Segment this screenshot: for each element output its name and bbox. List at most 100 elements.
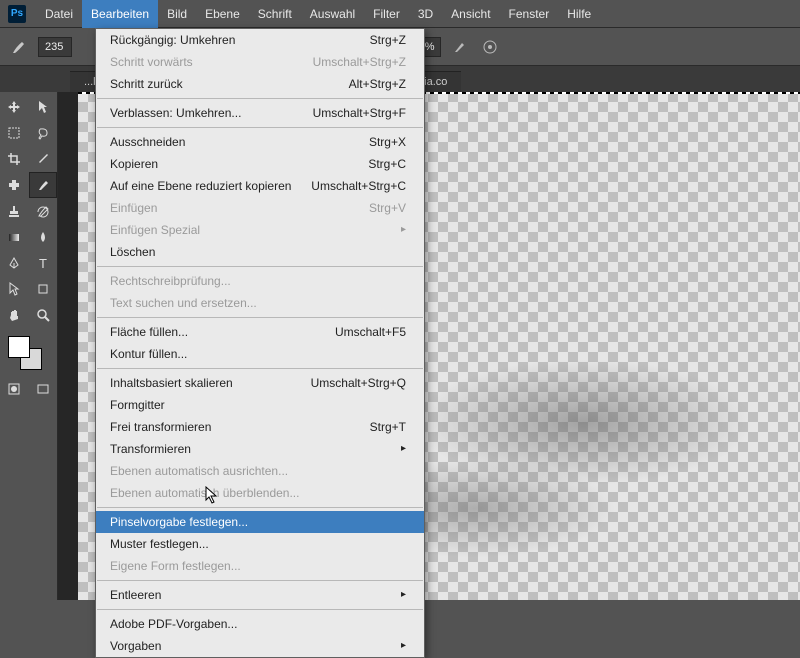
menu-item[interactable]: Kontur füllen...	[96, 343, 424, 365]
menu-item[interactable]: Adobe PDF-Vorgaben...	[96, 613, 424, 635]
menubar: Ps DateiBearbeitenBildEbeneSchriftAuswah…	[0, 0, 800, 28]
menu-separator	[97, 580, 423, 581]
menu-item-label: Adobe PDF-Vorgaben...	[110, 616, 237, 632]
color-swatches[interactable]	[8, 336, 42, 370]
quickmask-icon[interactable]	[0, 376, 29, 402]
menu-item-label: Entleeren	[110, 587, 161, 603]
tablet-pressure-icon[interactable]	[479, 36, 501, 58]
app-logo: Ps	[8, 5, 26, 23]
menu-ebene[interactable]: Ebene	[196, 0, 249, 28]
edit-menu-dropdown: Rückgängig: UmkehrenStrg+Z Schritt vorwär…	[95, 28, 425, 658]
pen-tool-icon[interactable]	[0, 250, 29, 276]
menu-shortcut: Strg+T	[370, 419, 406, 435]
menu-item: Rechtschreibprüfung...	[96, 270, 424, 292]
menu-3d[interactable]: 3D	[409, 0, 442, 28]
menu-filter[interactable]: Filter	[364, 0, 409, 28]
menu-item-label: Einfügen Spezial	[110, 222, 200, 238]
menu-auswahl[interactable]: Auswahl	[301, 0, 364, 28]
lasso-tool-icon[interactable]	[29, 120, 58, 146]
brush-tool-icon[interactable]	[8, 36, 30, 58]
menu-item[interactable]: Verblassen: Umkehren... Umschalt+Strg+F	[96, 102, 424, 124]
healing-brush-icon[interactable]	[0, 172, 29, 198]
menu-schrift[interactable]: Schrift	[249, 0, 301, 28]
menu-separator	[97, 127, 423, 128]
hand-tool-icon[interactable]	[0, 302, 29, 328]
menu-shortcut: Umschalt+Strg+C	[311, 178, 406, 194]
menu-separator	[97, 368, 423, 369]
menu-item-label: Pinselvorgabe festlegen...	[110, 514, 248, 530]
menu-item[interactable]: Transformieren	[96, 438, 424, 460]
menu-shortcut: Alt+Strg+Z	[349, 76, 406, 92]
screenmode-icon[interactable]	[29, 376, 58, 402]
menu-item[interactable]: Vorgaben	[96, 635, 424, 657]
menu-shortcut: Umschalt+F5	[335, 324, 406, 340]
marquee-tool-icon[interactable]	[0, 120, 29, 146]
menu-item[interactable]: Kopieren Strg+C	[96, 153, 424, 175]
direct-select-icon[interactable]	[0, 276, 29, 302]
menu-item-label: Fläche füllen...	[110, 324, 188, 340]
menu-item-label: Auf eine Ebene reduziert kopieren	[110, 178, 291, 194]
menu-item-label: Vorgaben	[110, 638, 161, 654]
menu-item[interactable]: Formgitter	[96, 394, 424, 416]
menu-hilfe[interactable]: Hilfe	[558, 0, 600, 28]
menu-item[interactable]: Muster festlegen...	[96, 533, 424, 555]
tool-panel: T	[0, 92, 58, 600]
menu-item-label: Formgitter	[110, 397, 165, 413]
menu-item: Ebenen automatisch ausrichten...	[96, 460, 424, 482]
menu-shortcut: Umschalt+Strg+F	[313, 105, 406, 121]
airbrush-toggle-icon[interactable]	[449, 36, 471, 58]
path-select-icon[interactable]	[29, 94, 58, 120]
menu-item[interactable]: AusschneidenStrg+X	[96, 131, 424, 153]
menu-item-label: Verblassen: Umkehren...	[110, 105, 241, 121]
menu-fenster[interactable]: Fenster	[500, 0, 559, 28]
menu-item-label: Einfügen	[110, 200, 157, 216]
menu-ansicht[interactable]: Ansicht	[442, 0, 499, 28]
blur-tool-icon[interactable]	[29, 224, 58, 250]
menu-bild[interactable]: Bild	[158, 0, 196, 28]
menu-item[interactable]: Fläche füllen... Umschalt+F5	[96, 321, 424, 343]
eyedropper-tool-icon[interactable]	[29, 146, 58, 172]
menu-item-label: Transformieren	[110, 441, 191, 457]
menu-separator	[97, 98, 423, 99]
history-brush-icon[interactable]	[29, 198, 58, 224]
menu-item-label: Kopieren	[110, 156, 158, 172]
menu-item-label: Schritt vorwärts	[110, 54, 193, 70]
type-tool-icon[interactable]: T	[29, 250, 58, 276]
menu-item-label: Ebenen automatisch überblenden...	[110, 485, 299, 501]
brush-size-field[interactable]: 235	[38, 37, 72, 57]
menu-item-label: Inhaltsbasiert skalieren	[110, 375, 233, 391]
menu-separator	[97, 266, 423, 267]
menu-item-label: Löschen	[110, 244, 155, 260]
menu-shortcut: Strg+X	[369, 134, 406, 150]
menu-item-label: Schritt zurück	[110, 76, 183, 92]
menu-datei[interactable]: Datei	[36, 0, 82, 28]
menu-item[interactable]: Löschen	[96, 241, 424, 263]
menu-item-label: Eigene Form festlegen...	[110, 558, 241, 574]
menu-shortcut: Umschalt+Strg+Q	[311, 375, 406, 391]
menu-item[interactable]: Schritt zurück Alt+Strg+Z	[96, 73, 424, 95]
menu-item-label: Text suchen und ersetzen...	[110, 295, 257, 311]
shape-tool-icon[interactable]	[29, 276, 58, 302]
menu-separator	[97, 507, 423, 508]
menu-item[interactable]: Frei transformierenStrg+T	[96, 416, 424, 438]
menu-shortcut: Strg+Z	[370, 32, 406, 48]
menu-item[interactable]: Auf eine Ebene reduziert kopieren Umschal…	[96, 175, 424, 197]
menu-item: EinfügenStrg+V	[96, 197, 424, 219]
menu-item[interactable]: Inhaltsbasiert skalieren Umschalt+Strg+Q	[96, 372, 424, 394]
menu-item-label: Muster festlegen...	[110, 536, 209, 552]
menu-bearbeiten[interactable]: Bearbeiten	[82, 0, 158, 28]
zoom-tool-icon[interactable]	[29, 302, 58, 328]
stamp-tool-icon[interactable]	[0, 198, 29, 224]
move-tool-icon[interactable]	[0, 94, 29, 120]
brush-tool-icon[interactable]	[29, 172, 58, 198]
crop-tool-icon[interactable]	[0, 146, 29, 172]
menu-item[interactable]: Entleeren	[96, 584, 424, 606]
menu-item[interactable]: Rückgängig: UmkehrenStrg+Z	[96, 29, 424, 51]
menu-item[interactable]: Pinselvorgabe festlegen...	[96, 511, 424, 533]
menu-separator	[97, 317, 423, 318]
svg-text:T: T	[39, 256, 47, 270]
menu-shortcut: Umschalt+Strg+Z	[313, 54, 406, 70]
menu-item-label: Ebenen automatisch ausrichten...	[110, 463, 288, 479]
menu-shortcut: Strg+C	[368, 156, 406, 172]
gradient-tool-icon[interactable]	[0, 224, 29, 250]
